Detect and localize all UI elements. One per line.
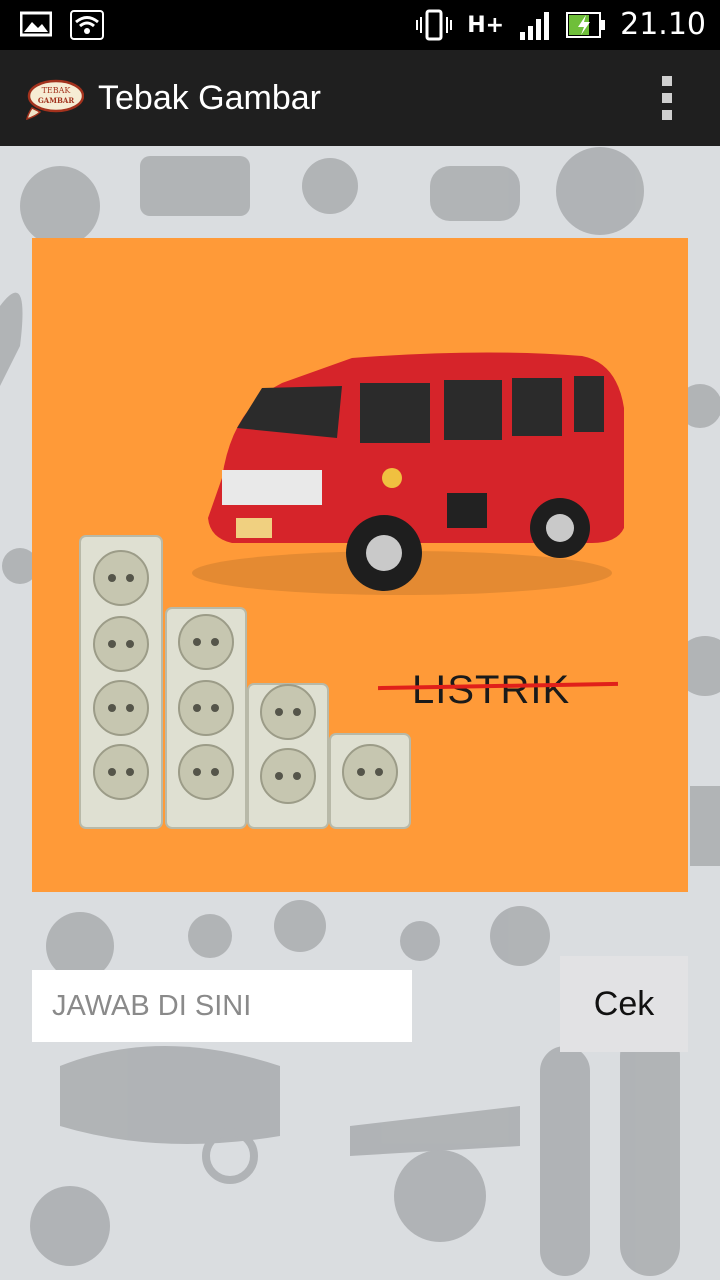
check-button[interactable]: Cek [560, 956, 688, 1052]
svg-text:TEBAK: TEBAK [42, 86, 72, 95]
network-type: H+ [467, 12, 505, 38]
clock: 21.10 [620, 7, 706, 42]
game-content: LISTRIK Cek [0, 146, 720, 1280]
crossed-word: LISTRIK [412, 668, 571, 712]
puzzle-illustration [79, 352, 624, 829]
overflow-menu-icon[interactable] [660, 76, 674, 120]
van-illustration [192, 352, 624, 595]
app-logo: TEBAK GAMBAR [26, 79, 84, 120]
vibrate-icon [416, 9, 453, 41]
wifi-icon [70, 10, 104, 40]
svg-text:GAMBAR: GAMBAR [38, 96, 75, 105]
battery-charging-icon [566, 12, 606, 38]
answer-input[interactable] [32, 970, 412, 1042]
puzzle-image: LISTRIK [32, 238, 688, 892]
status-bar: H+ 21.10 [0, 0, 720, 50]
image-icon [20, 11, 52, 37]
action-bar: TEBAK GAMBAR Tebak Gambar [0, 50, 720, 146]
signal-icon [520, 12, 550, 40]
app-title: Tebak Gambar [98, 79, 321, 117]
